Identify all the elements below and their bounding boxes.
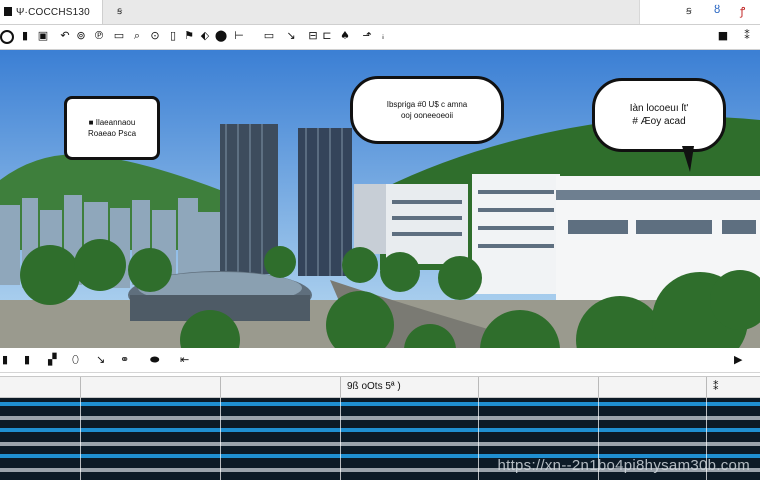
bubble-right-line-2: # Æoy acad [632,116,686,127]
close-icon[interactable]: ꝭ [740,4,745,19]
end-icon[interactable]: ▶ [734,353,742,366]
tab-strip: Ψ·COCCHS130 ꞩ ꞩ ȣ ꝭ [0,0,760,25]
track-3[interactable] [0,428,760,432]
track-divider [478,398,479,480]
info-icon[interactable]: ȣ [714,4,720,16]
stop-icon[interactable]: ■ [716,29,730,43]
tab-close-icon[interactable]: ꞩ [117,6,122,17]
speech-bubble-middle: Ibspriga #0 U$ c amna ooj ooneeoeoii [350,76,504,144]
preview-icon[interactable]: ▭ [112,29,126,43]
track-divider [220,398,221,480]
track-1[interactable] [0,402,760,406]
open-icon[interactable]: ▮ [18,29,32,43]
ruler-col-1[interactable] [80,377,220,397]
ruler-col-3[interactable]: 9ß oOts 5ª ) [340,377,478,397]
ruler-col-6[interactable]: ⁑ [706,377,760,397]
marker-icon[interactable]: ▮ [2,353,8,366]
folder-icon[interactable]: ⬤ [214,29,228,43]
arrow-icon[interactable]: ⇤ [180,353,189,366]
track-divider [340,398,341,480]
ruler-end-icon: ⁑ [713,381,719,393]
window-controls: ꞩ ȣ ꝭ [639,0,760,24]
speech-bubble-right: Iàn locoeuı ſt' # Æoy acad [592,78,726,152]
dot-icon[interactable]: ⬯ [72,353,79,367]
target-icon[interactable]: ▯ [166,29,180,43]
main-toolbar: ▮ ▣ ↶ ⊚ ℗ ▭ ⌕ ⊙ ▯ ⚑ ⬖ ⬤ ⊢ ▭ ↘ ⊟ ⊏ ♠ ⬏ ꜟ … [0,25,760,50]
bookmark-icon[interactable]: ↘ [284,29,298,43]
settings-icon[interactable]: ⁑ [740,29,754,43]
refresh-icon[interactable]: ⚭ [120,353,129,366]
lock-icon[interactable]: ⊟ [306,29,320,43]
bubble-mid-line-1: Ibspriga #0 U$ c amna [386,100,468,109]
ruler-col-5[interactable] [598,377,706,397]
cut-icon[interactable]: ▮ [24,353,30,366]
track-divider [80,398,81,480]
bubble-right-line-1: Iàn locoeuı ſt' [629,103,689,114]
app-icon [4,7,12,16]
track-4[interactable] [0,442,760,446]
tag-icon[interactable]: ⊏ [320,29,334,43]
print-icon[interactable]: ℗ [92,29,106,43]
tab-title: Ψ·COCCHS130 [16,6,90,18]
export-icon[interactable]: ⬖ [198,29,212,43]
bubble-left-line-1: ■ Ilaeannaou [88,118,136,127]
zoom-icon[interactable]: ⬬ [150,353,159,367]
cut-icon[interactable]: ▭ [262,29,276,43]
cursor-icon[interactable]: ↘ [96,353,105,366]
preview-image: ■ Ilaeannaou Roaeao Psca Ibspriga #0 U$ … [0,50,760,348]
ruler-col-2[interactable] [220,377,340,397]
arrow-icon[interactable]: ⬏ [360,29,374,43]
ruler-col-4[interactable] [478,377,598,397]
pen-icon[interactable]: ⊢ [232,29,246,43]
timeline-ruler: 9ß oOts 5ª ) ⁑ [0,376,760,398]
timeline-toolbar: ▮ ▮ ▞ ⬯ ↘ ⚭ ⬬ ⇤ ▶ [0,348,760,373]
redo-icon[interactable]: ⊚ [74,29,88,43]
bubble-tail [682,146,694,172]
minimize-icon[interactable]: ꞩ [686,4,692,17]
document-tab[interactable]: Ψ·COCCHS130 [0,0,103,24]
clip-icon[interactable]: ⊙ [148,29,162,43]
speech-bubble-left: ■ Ilaeannaou Roaeao Psca [64,96,160,160]
timecode-label: 9ß oOts 5ª ) [347,381,401,392]
watermark-url: https://xn--2n1bo4pi8hysam30b.com [497,457,750,474]
bubble-mid-line-2: ooj ooneeoeoii [400,111,454,120]
power-icon[interactable] [0,30,14,44]
flag-icon[interactable]: ⚑ [182,29,196,43]
clip-icon[interactable]: ▞ [48,353,56,366]
undo-icon[interactable]: ↶ [58,29,72,43]
save-icon[interactable]: ▣ [36,29,50,43]
timeline-panel: ▮ ▮ ▞ ⬯ ↘ ⚭ ⬬ ⇤ ▶ 9ß oOts 5ª ) ⁑ https:/… [0,348,760,480]
mark-icon[interactable]: ꜟ [376,29,390,43]
bubble-left-line-2: Roaeao Psca [87,129,137,138]
pin-icon[interactable]: ♠ [338,29,352,43]
track-2[interactable] [0,416,760,420]
timeline-tracks[interactable]: https://xn--2n1bo4pi8hysam30b.com [0,398,760,480]
search-icon[interactable]: ⌕ [130,29,144,43]
